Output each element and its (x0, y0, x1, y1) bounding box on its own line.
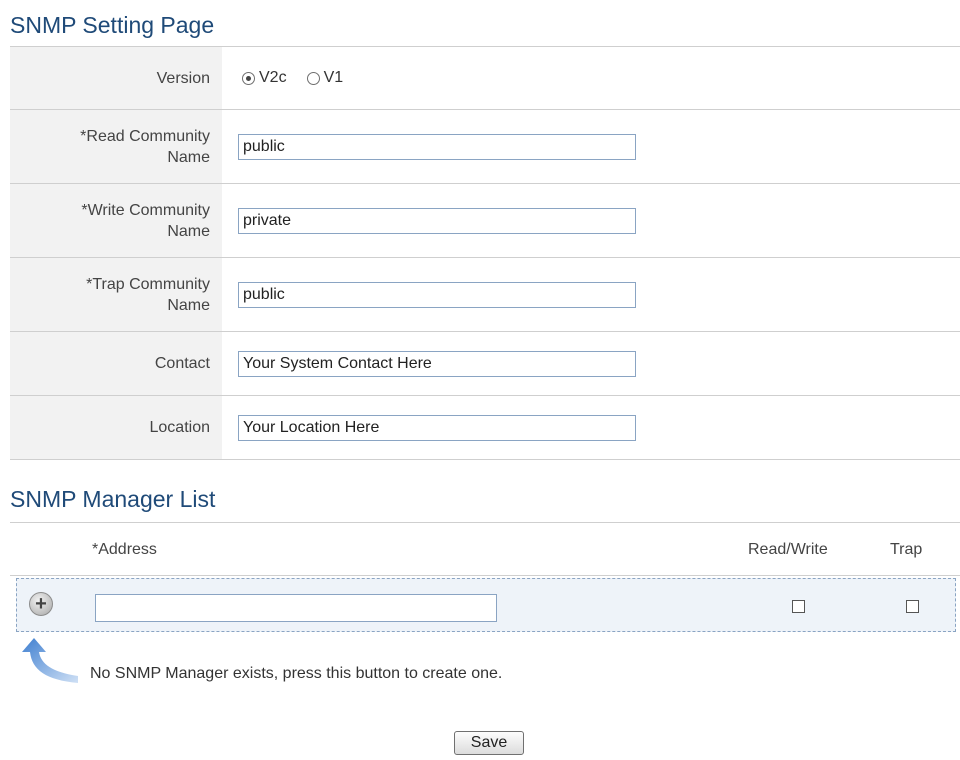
trap-checkbox[interactable] (906, 600, 919, 613)
manager-address-input[interactable] (95, 594, 497, 622)
write-community-label: *Write Community Name (10, 184, 222, 257)
manager-list-title: SNMP Manager List (10, 486, 216, 512)
contact-row: Contact (10, 332, 960, 396)
trap-community-row: *Trap Community Name (10, 258, 960, 332)
add-manager-button[interactable]: + (29, 592, 53, 616)
no-manager-hint: No SNMP Manager exists, press this butto… (90, 665, 503, 682)
read-write-checkbox[interactable] (792, 600, 805, 613)
page-title: SNMP Setting Page (10, 12, 215, 38)
address-column-header: *Address (92, 541, 157, 558)
trap-community-label: *Trap Community Name (10, 258, 222, 331)
location-row: Location (10, 396, 960, 460)
version-radio-group: V2c V1 (242, 69, 357, 87)
manager-list-header: *Address Read/Write Trap (10, 522, 960, 576)
write-community-row: *Write Community Name (10, 184, 960, 258)
curved-arrow-icon (22, 638, 78, 683)
read-community-label: *Read Community Name (10, 110, 222, 183)
location-input[interactable] (238, 414, 636, 441)
trap-column-header: Trap (890, 541, 923, 558)
save-button[interactable]: Save (454, 731, 524, 755)
contact-label: Contact (10, 332, 222, 395)
location-label: Location (10, 396, 222, 459)
read-write-column-header: Read/Write (748, 541, 828, 558)
v1-radio[interactable] (306, 71, 320, 85)
version-label: Version (10, 47, 222, 109)
contact-input[interactable] (238, 350, 636, 377)
version-option-v2c[interactable]: V2c (242, 69, 287, 87)
snmp-settings-table: Version V2c V1 *Read CommunityName *Writ (10, 46, 960, 460)
v2c-radio[interactable] (242, 71, 255, 85)
trap-community-input[interactable] (238, 281, 636, 308)
write-community-input[interactable] (238, 207, 636, 234)
version-option-v1[interactable]: V1 (306, 69, 343, 87)
plus-circle-icon: + (35, 593, 47, 615)
new-manager-row: + (16, 578, 956, 632)
read-community-input[interactable] (238, 133, 636, 160)
read-community-row: *Read Community Name (10, 110, 960, 184)
version-row: Version V2c V1 (10, 47, 960, 110)
